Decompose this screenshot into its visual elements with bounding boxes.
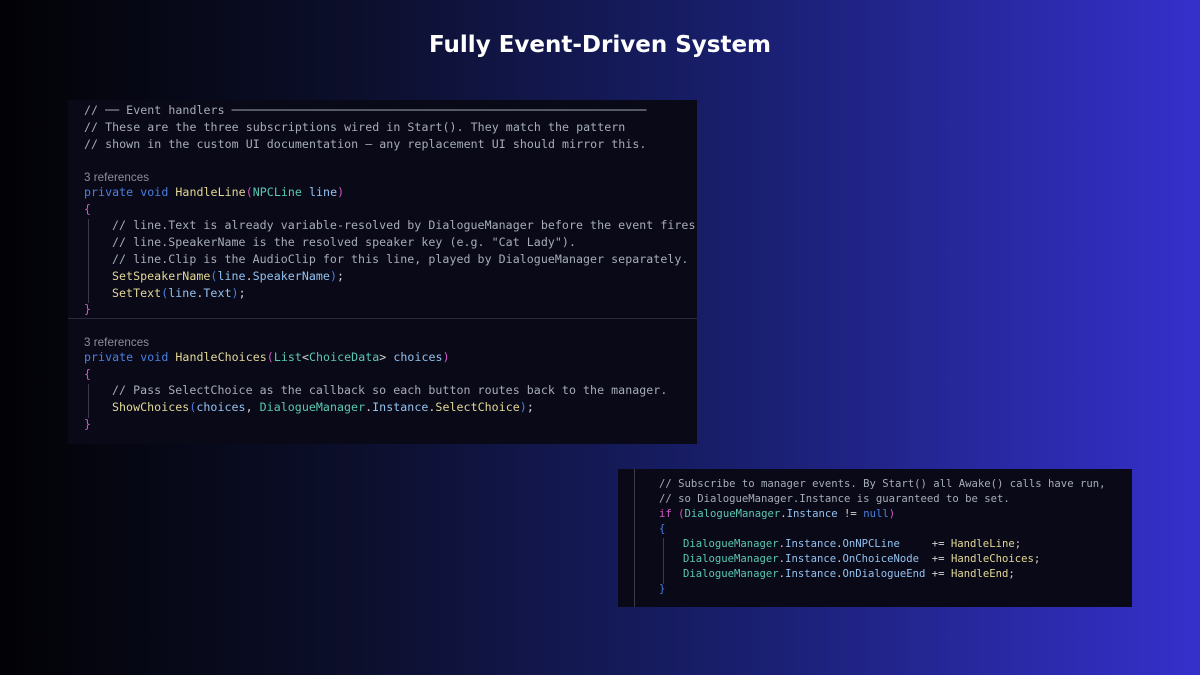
- indent-guide: [663, 538, 664, 584]
- if-statement: if (DialogueManager.Instance != null): [659, 508, 896, 520]
- comment-line: // line.Clip is the AudioClip for this l…: [112, 252, 689, 266]
- method-signature-handlechoices: private void HandleChoices(List<ChoiceDa…: [84, 350, 450, 364]
- code-statement: SetSpeakerName(line.SpeakerName);: [112, 269, 345, 283]
- code-statement: ShowChoices(choices, DialogueManager.Ins…: [112, 400, 534, 414]
- code-statement: SetText(line.Text);: [112, 286, 246, 300]
- open-brace: {: [84, 202, 92, 216]
- comment-line: // Pass SelectChoice as the callback so …: [112, 383, 668, 397]
- method-separator: [68, 318, 697, 319]
- comment-line: // line.SpeakerName is the resolved spea…: [112, 235, 576, 249]
- open-brace: {: [659, 523, 666, 535]
- slide-title: Fully Event-Driven System: [428, 32, 772, 58]
- open-brace: {: [84, 367, 92, 381]
- event-subscription: DialogueManager.Instance.OnNPCLine += Ha…: [683, 538, 1022, 550]
- indent-guide: [634, 469, 635, 607]
- comment-line: // line.Text is already variable-resolve…: [112, 218, 697, 232]
- event-subscription: DialogueManager.Instance.OnChoiceNode +=…: [683, 553, 1041, 565]
- comment-line: // Subscribe to manager events. By Start…: [659, 478, 1106, 490]
- comment-line: // shown in the custom UI documentation …: [84, 137, 647, 151]
- method-signature-handleline: private void HandleLine(NPCLine line): [84, 185, 345, 199]
- comment-line: // These are the three subscriptions wir…: [84, 120, 626, 134]
- comment-line: // ── Event handlers ───────────────────…: [84, 103, 647, 117]
- indent-guide: [88, 384, 89, 418]
- code-panel-subscribe: // Subscribe to manager events. By Start…: [618, 469, 1132, 607]
- close-brace: }: [659, 583, 666, 595]
- close-brace: }: [84, 417, 92, 431]
- indent-guide: [88, 219, 89, 303]
- close-brace: }: [84, 302, 92, 316]
- code-panel-event-handlers: // ── Event handlers ───────────────────…: [68, 100, 697, 444]
- event-subscription: DialogueManager.Instance.OnDialogueEnd +…: [683, 568, 1015, 580]
- comment-line: // so DialogueManager.Instance is guaran…: [659, 493, 1010, 505]
